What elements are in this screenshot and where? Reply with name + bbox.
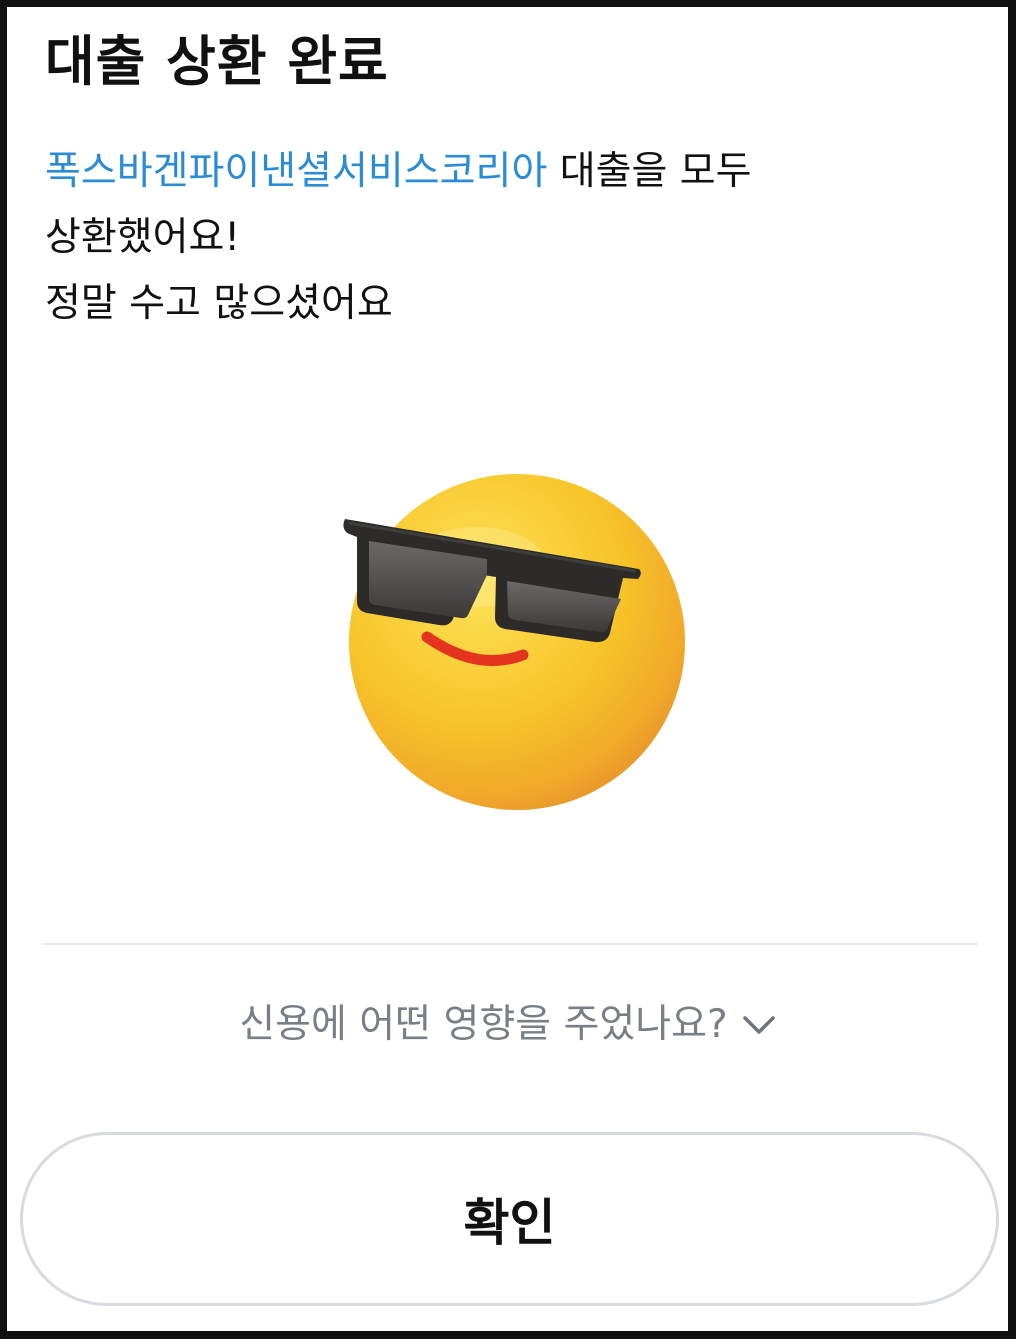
completion-message: 폭스바겐파이낸셜서비스코리아 대출을 모두 상환했어요! 정말 수고 많으셨어요 xyxy=(45,139,752,337)
emoji-face xyxy=(349,474,685,810)
lender-name: 폭스바겐파이낸셜서비스코리아 xyxy=(45,149,548,194)
emoji-illustration xyxy=(343,474,685,810)
sunglasses-smiley-emoji-icon xyxy=(327,457,687,817)
credit-impact-label: 신용에 어떤 영향을 주었나요? xyxy=(239,1002,728,1047)
message-line-1: 폭스바겐파이낸셜서비스코리아 대출을 모두 xyxy=(45,139,752,205)
loan-repaid-screen: 대출 상환 완료 폭스바겐파이낸셜서비스코리아 대출을 모두 상환했어요! 정말… xyxy=(7,7,1008,1331)
message-line-1-rest: 대출을 모두 xyxy=(547,149,752,194)
confirm-button[interactable]: 확인 xyxy=(20,1132,999,1306)
page-title: 대출 상환 완료 xyxy=(45,30,389,93)
message-line-3: 정말 수고 많으셨어요 xyxy=(45,281,393,326)
chevron-down-icon xyxy=(742,996,776,1052)
credit-impact-toggle[interactable]: 신용에 어떤 영향을 주었나요? xyxy=(7,997,1008,1053)
message-line-2: 상환했어요! xyxy=(45,215,241,260)
section-divider xyxy=(43,943,978,945)
